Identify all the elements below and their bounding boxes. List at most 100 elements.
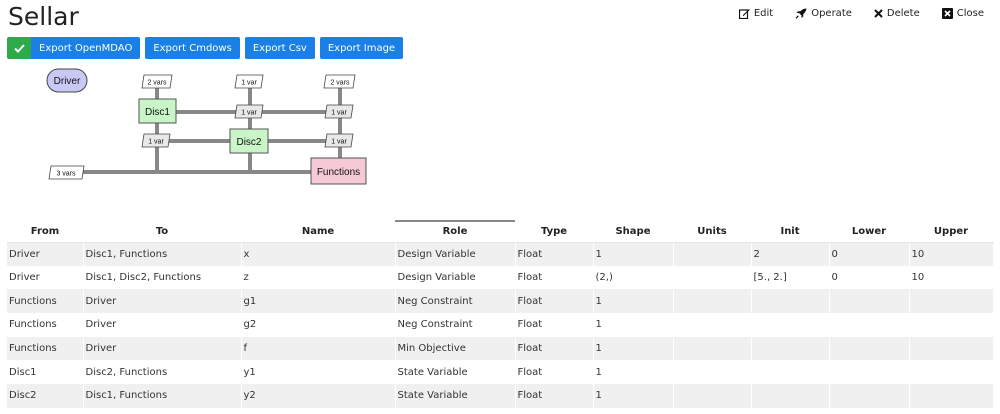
page-title: Sellar xyxy=(8,2,79,31)
edit-button[interactable]: Edit xyxy=(738,8,774,19)
table-row[interactable]: Functions Driver g1 Neg Constraint Float 1 xyxy=(7,289,994,314)
table-row[interactable]: Disc2 Disc1, Functions y2 State Variable Flo… xyxy=(7,384,994,408)
cell-from: Driver xyxy=(7,242,84,266)
edit-label: Edit xyxy=(753,8,774,19)
column-header-type[interactable]: Type xyxy=(515,221,593,243)
cell-type: Float xyxy=(515,289,594,314)
table-row[interactable]: Disc1 Disc2, Functions y1 State Variable Flo… xyxy=(7,360,994,385)
cell-role: Design Variable xyxy=(395,265,516,290)
edit-icon xyxy=(738,9,750,19)
xdsm-var-box[interactable]: 1 var xyxy=(141,133,171,148)
cell-name: f xyxy=(241,336,396,361)
cell-lower xyxy=(829,289,910,314)
var-label: 2 vars xyxy=(330,80,350,87)
cell-lower xyxy=(829,384,910,408)
cell-type: Float xyxy=(515,313,594,337)
times-icon xyxy=(874,9,883,18)
cell-init xyxy=(751,289,830,314)
cell-units xyxy=(673,360,752,385)
xdsm-var-box[interactable]: 2 vars xyxy=(141,74,173,89)
xdsm-connections xyxy=(68,86,342,174)
cell-lower: 0 xyxy=(829,242,910,266)
cell-init: [5., 2.] xyxy=(751,265,830,290)
column-header-upper[interactable]: Upper xyxy=(909,221,993,243)
xdsm-var-box[interactable]: 1 var xyxy=(234,104,264,119)
cell-role: Neg Constraint xyxy=(395,313,516,337)
table-row[interactable]: Driver Disc1, Functions x Design Variable Fl… xyxy=(7,242,994,266)
export-cmdows-button[interactable]: Export Cmdows xyxy=(145,37,240,59)
cell-init xyxy=(751,384,830,408)
export-csv-button[interactable]: Export Csv xyxy=(244,37,315,59)
cell-units xyxy=(673,289,752,314)
cell-upper: 10 xyxy=(909,265,994,290)
cell-units xyxy=(673,313,752,337)
xdsm-var-box[interactable]: 1 var xyxy=(234,74,264,89)
export-openmdao-button[interactable]: Export OpenMDAO xyxy=(31,37,141,59)
cell-to: Disc1, Disc2, Functions xyxy=(83,265,242,290)
close-button[interactable]: Close xyxy=(941,8,984,19)
xdsm-functions-node[interactable]: Functions xyxy=(310,157,367,185)
var-label: 2 vars xyxy=(147,80,167,87)
cell-units xyxy=(673,265,752,290)
delete-button[interactable]: Delete xyxy=(874,8,920,19)
var-label: 3 vars xyxy=(56,171,76,178)
cell-name: y2 xyxy=(241,384,396,408)
table-row[interactable]: Functions Driver g2 Neg Constraint Float 1 xyxy=(7,313,994,337)
column-header-init[interactable]: Init xyxy=(751,221,829,243)
cell-to: Disc1, Functions xyxy=(83,384,242,408)
top-actions: Edit Operate Delete Close xyxy=(717,8,984,19)
cell-name: y1 xyxy=(241,360,396,385)
cell-from: Functions xyxy=(7,313,84,337)
cell-lower xyxy=(829,313,910,337)
confirm-button[interactable] xyxy=(7,37,31,59)
cell-units xyxy=(673,384,752,408)
cell-role: State Variable xyxy=(395,360,516,385)
cell-shape: (2,) xyxy=(593,265,674,290)
export-toolbar: Export OpenMDAO Export Cmdows Export Csv… xyxy=(7,37,408,59)
column-header-shape[interactable]: Shape xyxy=(593,221,673,243)
cell-init xyxy=(751,336,830,361)
xdsm-var-box[interactable]: 1 var xyxy=(324,133,354,148)
cell-role: Min Objective xyxy=(395,336,516,361)
variables-table: From To Name Role Type Shape Units Init … xyxy=(7,220,994,408)
xdsm-var-box[interactable]: 3 vars xyxy=(48,165,85,180)
table-row[interactable]: Functions Driver f Min Objective Float 1 xyxy=(7,336,994,361)
table-body: Driver Disc1, Functions x Design Variable Fl… xyxy=(7,242,994,408)
cell-upper xyxy=(909,313,994,337)
column-header-lower[interactable]: Lower xyxy=(829,221,909,243)
disc2-label: Disc2 xyxy=(236,137,261,148)
cell-to: Driver xyxy=(83,336,242,361)
cell-role: Design Variable xyxy=(395,242,516,266)
xdsm-disc2-node[interactable]: Disc2 xyxy=(229,128,269,154)
var-label: 1 var xyxy=(331,139,347,146)
rocket-icon xyxy=(795,8,807,19)
xdsm-var-box[interactable]: 1 var xyxy=(324,104,354,119)
operate-button[interactable]: Operate xyxy=(795,8,852,19)
cell-to: Driver xyxy=(83,289,242,314)
cell-type: Float xyxy=(515,384,594,408)
column-header-units[interactable]: Units xyxy=(673,221,751,243)
cell-type: Float xyxy=(515,242,594,266)
column-header-role[interactable]: Role xyxy=(395,220,515,243)
cell-init xyxy=(751,313,830,337)
table-row[interactable]: Driver Disc1, Disc2, Functions z Design Var… xyxy=(7,265,994,290)
cell-shape: 1 xyxy=(593,313,674,337)
column-header-name[interactable]: Name xyxy=(241,221,395,243)
cell-role: State Variable xyxy=(395,384,516,408)
cell-from: Disc1 xyxy=(7,360,84,385)
cell-from: Disc2 xyxy=(7,384,84,408)
cell-from: Functions xyxy=(7,289,84,314)
export-image-button[interactable]: Export Image xyxy=(319,37,404,59)
cell-lower xyxy=(829,360,910,385)
xdsm-disc1-node[interactable]: Disc1 xyxy=(138,98,177,124)
cell-name: z xyxy=(241,265,396,290)
column-header-from[interactable]: From xyxy=(7,221,83,243)
close-box-icon xyxy=(941,8,953,19)
xdsm-var-box[interactable]: 2 vars xyxy=(323,74,356,89)
var-label: 1 var xyxy=(148,139,164,146)
column-header-to[interactable]: To xyxy=(83,221,241,243)
xdsm-driver-node[interactable]: Driver xyxy=(46,68,88,93)
cell-from: Functions xyxy=(7,336,84,361)
xdsm-diagram: Driver 2 vars 1 var 2 vars 1 var 1 var 1… xyxy=(46,68,367,185)
check-icon xyxy=(13,43,25,53)
